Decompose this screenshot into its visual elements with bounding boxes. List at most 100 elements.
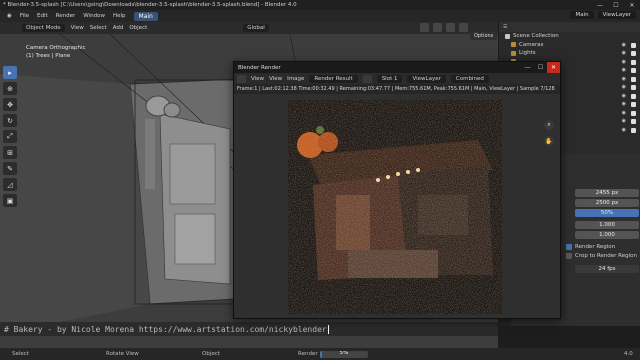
- move-tool-icon[interactable]: ✥: [3, 98, 17, 111]
- visibility-eye-icon[interactable]: ◉: [622, 42, 626, 48]
- outliner-filter-icon[interactable]: ☰: [503, 24, 507, 30]
- render-menu-view[interactable]: View: [251, 76, 264, 82]
- viewport-header: Object Mode View Select Add Object Globa…: [0, 22, 498, 34]
- include-checkbox[interactable]: [631, 85, 636, 90]
- aspect-y-field[interactable]: 1.000: [575, 230, 639, 239]
- render-menu-image[interactable]: Image: [287, 76, 304, 82]
- include-checkbox[interactable]: [631, 93, 636, 99]
- outliner-item-label: Lights: [519, 50, 536, 57]
- mode-selector[interactable]: Object Mode: [22, 24, 65, 32]
- close-button[interactable]: ✕: [624, 0, 640, 10]
- render-progress-bar[interactable]: 5%: [320, 351, 368, 358]
- text-editor-line[interactable]: # Bakery - by Nicole Morena https://www.…: [0, 322, 498, 336]
- status-select: Select: [12, 351, 29, 357]
- zoom-icon[interactable]: ⌕: [544, 120, 554, 130]
- shading-solid-icon[interactable]: [433, 23, 442, 32]
- add-cube-tool-icon[interactable]: ▣: [3, 194, 17, 207]
- render-pass-selector[interactable]: Combined: [450, 74, 489, 83]
- frame-rate-selector[interactable]: 24 fps: [575, 264, 639, 273]
- viewport-menu-view[interactable]: View: [71, 25, 84, 31]
- menu-file[interactable]: File: [16, 13, 33, 19]
- render-minimize-button[interactable]: —: [521, 62, 534, 73]
- select-box-tool-icon[interactable]: ▸: [3, 66, 17, 79]
- shading-rendered-icon[interactable]: [459, 23, 468, 32]
- render-progress-label: 5%: [339, 351, 349, 356]
- include-checkbox[interactable]: [631, 127, 636, 133]
- minimize-button[interactable]: —: [592, 0, 608, 10]
- visibility-eye-icon[interactable]: ◉: [622, 59, 626, 65]
- menu-render[interactable]: Render: [52, 13, 80, 19]
- viewport-info-overlay: Camera Orthographic (1) Trees | Plane: [26, 44, 86, 60]
- status-object: Object: [202, 351, 220, 357]
- shading-wireframe-icon[interactable]: [420, 23, 429, 32]
- visibility-eye-icon[interactable]: ◉: [622, 93, 626, 99]
- render-menu-view-2[interactable]: View: [269, 76, 282, 82]
- resolution-percent-field[interactable]: 50%: [575, 208, 639, 217]
- transform-orientation-selector[interactable]: Global: [243, 24, 269, 32]
- include-checkbox[interactable]: [631, 102, 636, 107]
- outliner-item-cameras[interactable]: Cameras ◉: [499, 41, 640, 50]
- crop-region-checkbox[interactable]: [566, 252, 572, 259]
- include-checkbox[interactable]: [631, 68, 636, 73]
- blender-logo-icon[interactable]: ◉: [3, 13, 16, 19]
- collection-icon: [511, 42, 516, 48]
- transform-tool-icon[interactable]: ⊞: [3, 146, 17, 159]
- tool-shelf: ▸ ⊕ ✥ ↻ ⤢ ⊞ ✎ ◿ ▣: [3, 66, 19, 207]
- viewport-menu-object[interactable]: Object: [129, 25, 147, 31]
- pan-hand-icon[interactable]: ✋: [544, 136, 554, 146]
- visibility-eye-icon[interactable]: ◉: [622, 76, 626, 82]
- render-region-label: Render Region: [575, 243, 616, 250]
- resolution-y-field[interactable]: 2500 px: [575, 198, 639, 207]
- image-selector[interactable]: Render Result: [309, 74, 358, 83]
- outliner-header: ☰: [499, 22, 640, 32]
- status-bar: Select Rotate View Object Render 5% 4.0: [0, 348, 640, 360]
- editor-type-icon[interactable]: [237, 74, 246, 83]
- render-canvas[interactable]: ⌕ ✋: [234, 94, 560, 318]
- scene-selector[interactable]: Main: [570, 11, 594, 19]
- rotate-tool-icon[interactable]: ↻: [3, 114, 17, 127]
- options-button[interactable]: Options: [470, 32, 498, 40]
- menu-window[interactable]: Window: [79, 13, 109, 19]
- render-window-toolbar: View View Image Render Result Slot 1 Vie…: [234, 73, 560, 84]
- render-view-layer-selector[interactable]: ViewLayer: [407, 74, 446, 83]
- visibility-eye-icon[interactable]: ◉: [622, 67, 626, 73]
- include-checkbox[interactable]: [631, 42, 636, 48]
- outliner-item-lights[interactable]: Lights ◉: [499, 49, 640, 58]
- pin-icon[interactable]: [362, 74, 372, 83]
- cursor-tool-icon[interactable]: ⊕: [3, 82, 17, 95]
- render-maximize-button[interactable]: ☐: [534, 62, 547, 73]
- include-checkbox[interactable]: [631, 51, 636, 56]
- view-layer-selector[interactable]: ViewLayer: [597, 11, 636, 19]
- annotate-tool-icon[interactable]: ✎: [3, 162, 17, 175]
- menu-edit[interactable]: Edit: [33, 13, 52, 19]
- collection-label: (1) Trees | Plane: [26, 53, 71, 59]
- menu-help[interactable]: Help: [109, 13, 130, 19]
- scale-tool-icon[interactable]: ⤢: [3, 130, 17, 143]
- outliner-scene-collection[interactable]: Scene Collection: [499, 32, 640, 41]
- workspace-tab-main[interactable]: Main: [133, 11, 158, 21]
- visibility-eye-icon[interactable]: ◉: [622, 84, 626, 90]
- slot-selector[interactable]: Slot 1: [376, 74, 403, 83]
- viewport-menu-select[interactable]: Select: [90, 25, 107, 31]
- window-titlebar: * Blender-3.5-splash [C:\Users\gsing\Dow…: [0, 0, 640, 10]
- resolution-x-field[interactable]: 2455 px: [575, 188, 639, 197]
- render-result-image: [288, 100, 502, 314]
- maximize-button[interactable]: ☐: [608, 0, 624, 10]
- render-close-button[interactable]: ✕: [547, 62, 560, 73]
- include-checkbox[interactable]: [631, 59, 636, 65]
- visibility-eye-icon[interactable]: ◉: [622, 101, 626, 107]
- blender-version: 4.0: [624, 351, 633, 357]
- measure-tool-icon[interactable]: ◿: [3, 178, 17, 191]
- viewport-menu-add[interactable]: Add: [113, 25, 124, 31]
- visibility-eye-icon[interactable]: ◉: [622, 50, 626, 56]
- render-region-checkbox[interactable]: [566, 243, 572, 250]
- visibility-eye-icon[interactable]: ◉: [622, 127, 626, 133]
- include-checkbox[interactable]: [631, 76, 636, 82]
- include-checkbox[interactable]: [631, 110, 636, 116]
- aspect-x-field[interactable]: 1.000: [575, 220, 639, 229]
- include-checkbox[interactable]: [631, 119, 636, 124]
- render-window[interactable]: Blender Render — ☐ ✕ View View Image Ren…: [233, 61, 561, 319]
- visibility-eye-icon[interactable]: ◉: [622, 110, 626, 116]
- visibility-eye-icon[interactable]: ◉: [622, 118, 626, 124]
- shading-material-icon[interactable]: [446, 23, 455, 32]
